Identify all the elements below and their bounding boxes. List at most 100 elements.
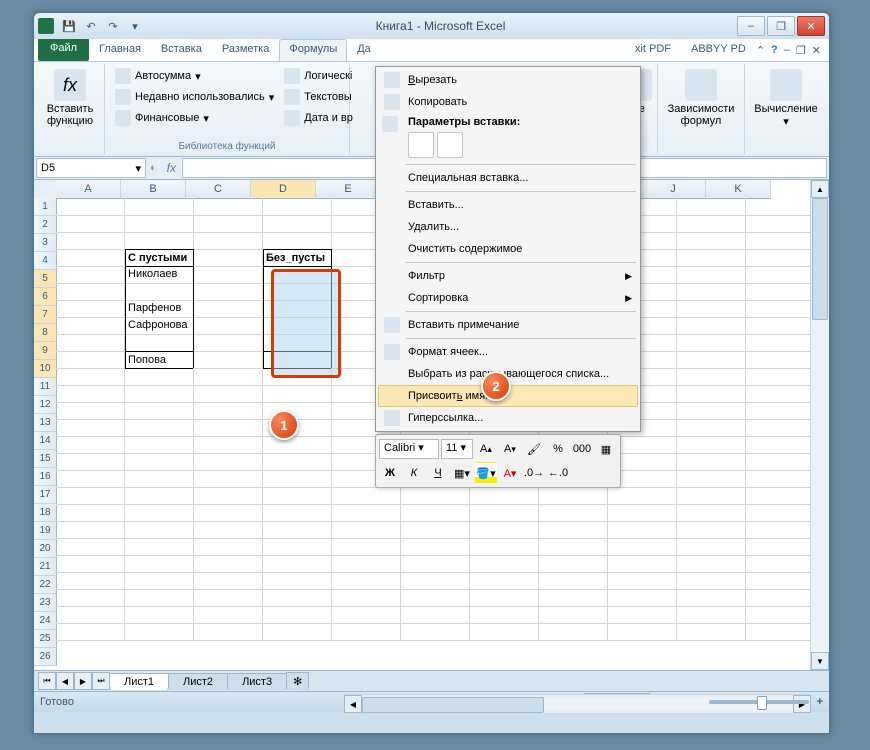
doc-restore-button[interactable]: ❐ <box>796 44 806 57</box>
row-header[interactable]: 13 <box>34 414 57 432</box>
redo-icon[interactable]: ↷ <box>104 17 122 35</box>
name-box[interactable]: D5▾ <box>36 158 146 178</box>
tab-home[interactable]: Главная <box>89 39 151 61</box>
row-header[interactable]: 14 <box>34 432 57 450</box>
cm-filter[interactable]: Фильтр▶ <box>378 265 638 287</box>
cell[interactable] <box>677 419 746 437</box>
cell[interactable] <box>194 436 263 454</box>
vscroll-thumb[interactable] <box>812 198 828 320</box>
cell[interactable] <box>401 606 470 624</box>
cell[interactable] <box>677 487 746 505</box>
cell[interactable] <box>539 572 608 590</box>
cell[interactable] <box>194 623 263 641</box>
cell[interactable] <box>332 504 401 522</box>
cell[interactable] <box>263 198 332 216</box>
cell[interactable]: С пустыми <box>125 249 194 267</box>
maximize-button[interactable]: ❐ <box>767 16 795 36</box>
row-header[interactable]: 10 <box>34 360 57 378</box>
cell[interactable] <box>263 436 332 454</box>
shrink-font-button[interactable]: A▾ <box>499 438 521 460</box>
row-header[interactable]: 2 <box>34 216 57 234</box>
cell[interactable] <box>194 249 263 267</box>
cell[interactable] <box>608 623 677 641</box>
cell[interactable] <box>125 453 194 471</box>
cell[interactable] <box>401 521 470 539</box>
cell[interactable] <box>125 623 194 641</box>
chevron-down-icon[interactable]: ▾ <box>135 162 141 175</box>
cell[interactable] <box>677 623 746 641</box>
cell[interactable] <box>125 470 194 488</box>
cell[interactable] <box>470 555 539 573</box>
cell[interactable] <box>125 419 194 437</box>
cell[interactable] <box>194 572 263 590</box>
zoom-thumb[interactable] <box>757 696 767 710</box>
cell[interactable] <box>263 623 332 641</box>
scroll-right-button[interactable]: ▶ <box>793 695 811 713</box>
row-header[interactable]: 1 <box>34 198 57 216</box>
tab-insert[interactable]: Вставка <box>151 39 212 61</box>
row-header[interactable]: 20 <box>34 540 57 558</box>
cell[interactable] <box>125 436 194 454</box>
cell[interactable] <box>470 487 539 505</box>
cell[interactable] <box>332 555 401 573</box>
cell[interactable] <box>677 351 746 369</box>
cell[interactable] <box>746 368 815 386</box>
sheet-tab-1[interactable]: Лист1 <box>109 673 169 690</box>
cell[interactable]: Парфенов <box>125 300 194 318</box>
sheet-tab-2[interactable]: Лист2 <box>168 673 228 690</box>
cell[interactable] <box>263 334 332 352</box>
row-header[interactable]: 18 <box>34 504 57 522</box>
cell[interactable] <box>332 487 401 505</box>
cell[interactable]: Николаев <box>125 266 194 284</box>
cell[interactable] <box>677 504 746 522</box>
cell[interactable] <box>539 623 608 641</box>
row-header[interactable]: 8 <box>34 324 57 342</box>
cell[interactable] <box>677 453 746 471</box>
row-header[interactable]: 19 <box>34 522 57 540</box>
cell[interactable] <box>677 521 746 539</box>
cell[interactable] <box>125 521 194 539</box>
row-header[interactable]: 9 <box>34 342 57 360</box>
cell[interactable] <box>56 249 125 267</box>
row-header[interactable]: 26 <box>34 648 57 666</box>
cell[interactable] <box>56 266 125 284</box>
cell[interactable] <box>746 555 815 573</box>
cell[interactable] <box>470 572 539 590</box>
column-header[interactable]: D <box>251 180 316 199</box>
cell[interactable] <box>539 504 608 522</box>
cell[interactable] <box>746 249 815 267</box>
cell[interactable] <box>539 589 608 607</box>
cell[interactable] <box>470 521 539 539</box>
cell[interactable] <box>56 351 125 369</box>
cell[interactable] <box>194 300 263 318</box>
cell[interactable] <box>608 589 677 607</box>
financial-button[interactable]: Финансовые ▾ <box>111 108 278 128</box>
cell[interactable] <box>56 232 125 250</box>
cell[interactable] <box>263 368 332 386</box>
bold-button[interactable]: Ж <box>379 462 401 484</box>
zoom-slider[interactable] <box>709 700 809 704</box>
fill-color-button[interactable]: 🪣▾ <box>475 462 497 484</box>
cell[interactable] <box>56 572 125 590</box>
cell[interactable] <box>194 487 263 505</box>
cell[interactable] <box>194 538 263 556</box>
tab-pdf[interactable]: xit PDF <box>625 39 681 61</box>
cell[interactable] <box>56 589 125 607</box>
comma-button[interactable]: 000 <box>571 438 593 460</box>
title-bar[interactable]: 💾 ↶ ↷ ▾ Книга1 - Microsoft Excel – ❐ ✕ <box>34 13 829 39</box>
cell[interactable] <box>677 198 746 216</box>
column-header[interactable]: C <box>186 180 251 199</box>
cell[interactable] <box>194 198 263 216</box>
cell[interactable] <box>263 215 332 233</box>
cell[interactable] <box>263 521 332 539</box>
cell[interactable] <box>263 300 332 318</box>
cell[interactable] <box>263 266 332 284</box>
cell[interactable] <box>194 368 263 386</box>
cell[interactable] <box>263 283 332 301</box>
cell[interactable] <box>56 419 125 437</box>
cell[interactable] <box>56 606 125 624</box>
cell[interactable] <box>56 504 125 522</box>
cell[interactable] <box>56 385 125 403</box>
tab-layout[interactable]: Разметка <box>212 39 280 61</box>
cell[interactable] <box>746 487 815 505</box>
